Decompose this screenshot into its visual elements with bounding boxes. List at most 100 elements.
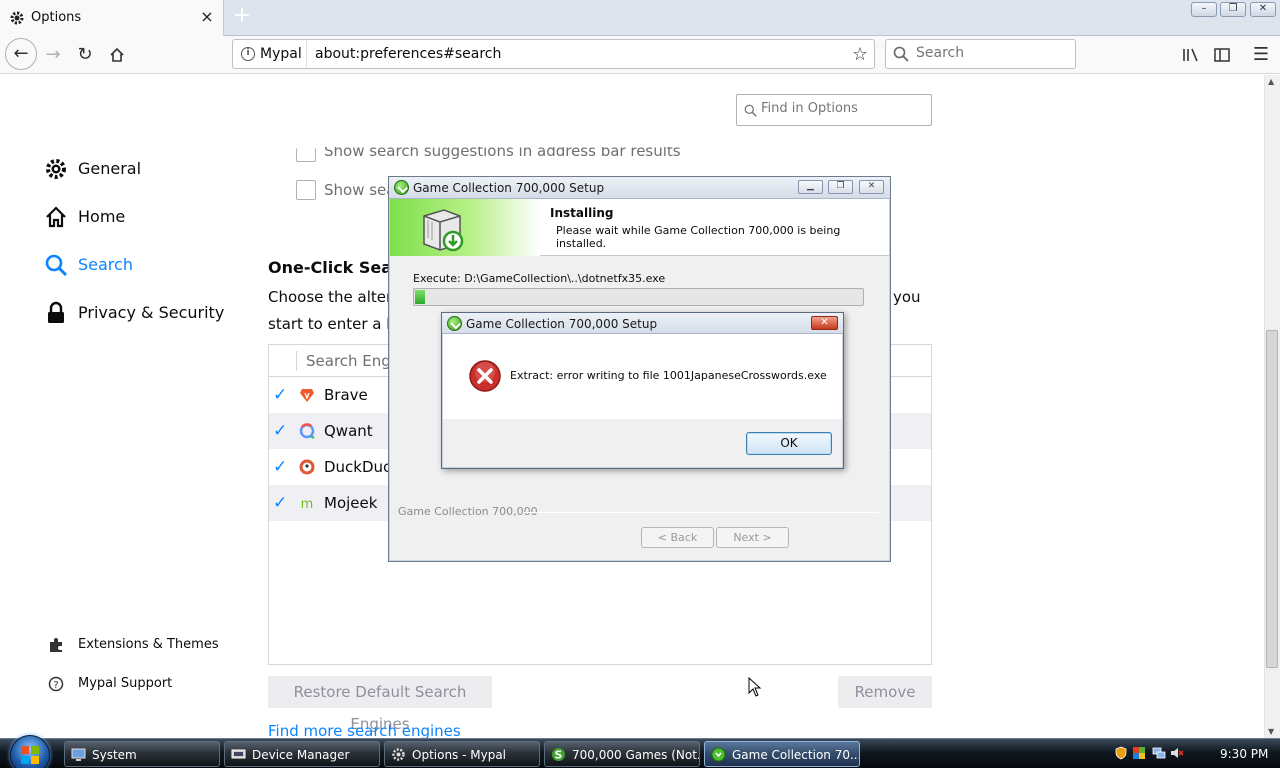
info-icon[interactable]: i	[241, 47, 255, 61]
taskbar-item-label: 700,000 Games (Not...	[572, 748, 700, 762]
sidebar-button[interactable]	[1207, 40, 1237, 70]
url-site-identity[interactable]: Mypal	[260, 46, 302, 62]
start-button[interactable]	[10, 735, 50, 768]
search-bar[interactable]	[885, 39, 1076, 69]
scroll-up-arrow-icon[interactable]: ▲	[1268, 77, 1274, 86]
gear-icon	[10, 11, 24, 25]
scrollbar-thumb[interactable]	[1266, 330, 1278, 668]
mypal-icon	[392, 748, 405, 761]
installer-maximize-button[interactable]: ❐	[828, 180, 853, 194]
checkmark-icon[interactable]: ✓	[273, 421, 287, 441]
library-icon	[1183, 48, 1198, 62]
back-button[interactable]: ←	[5, 38, 37, 70]
restore-default-engines-button[interactable]: Restore Default Search Engines	[268, 676, 492, 733]
error-dialog-title: Game Collection 700,000 Setup	[466, 317, 658, 331]
network-icon[interactable]	[1152, 746, 1166, 760]
error-dialog-body: Extract: error writing to file 1001Japan…	[443, 334, 842, 419]
install-progress-bar	[413, 288, 864, 306]
brand-divider	[523, 512, 879, 513]
taskbar-item-label: Options - Mypal	[412, 748, 507, 762]
help-icon: ?	[48, 676, 64, 692]
brave-icon	[300, 389, 314, 402]
restore-button[interactable]: ❐	[1220, 2, 1246, 17]
arrow-left-icon: ←	[13, 43, 29, 64]
taskbar-item-device-manager[interactable]: Device Manager	[224, 741, 380, 767]
suggestions-address-checkbox[interactable]	[296, 148, 316, 162]
next-button[interactable]: Next >	[716, 527, 789, 548]
error-dialog-close-button[interactable]: ✕	[811, 316, 838, 330]
home-button[interactable]	[102, 40, 132, 70]
installer-close-button[interactable]: ✕	[859, 180, 884, 194]
execute-status: Execute: D:\GameCollection\..\dotnetfx35…	[413, 272, 666, 285]
url-separator	[306, 40, 307, 68]
hamburger-menu-icon: ☰	[1252, 44, 1270, 65]
extensions-themes-label: Extensions & Themes	[78, 637, 219, 652]
search-icon	[893, 46, 909, 62]
search-input[interactable]	[916, 45, 1066, 61]
security-shield-icon[interactable]	[1114, 746, 1128, 760]
home-icon	[46, 206, 66, 228]
engine-name: Mojeek	[324, 494, 378, 512]
installer-minimize-button[interactable]: ▁	[798, 180, 823, 194]
puzzle-icon	[50, 638, 62, 652]
bookmark-star-icon[interactable]: ☆	[852, 44, 868, 65]
category-label: Search	[78, 255, 133, 274]
setup-icon	[711, 747, 726, 762]
taskbar-item-label: Device Manager	[252, 748, 350, 762]
svg-text:S: S	[555, 749, 563, 762]
security-center-icon[interactable]	[1132, 746, 1146, 760]
games-icon: S	[552, 748, 565, 762]
taskbar-item-700000-games[interactable]: S 700,000 Games (Not...	[544, 741, 700, 767]
installer-titlebar[interactable]: Game Collection 700,000 Setup ▁ ❐ ✕	[389, 177, 890, 199]
url-bar[interactable]: i Mypal about:preferences#search ☆	[232, 39, 875, 69]
error-dialog-titlebar[interactable]: Game Collection 700,000 Setup ✕	[442, 313, 843, 334]
find-in-options-box[interactable]	[736, 94, 932, 126]
lock-icon	[48, 301, 64, 323]
menu-button[interactable]: ☰	[1246, 40, 1276, 70]
back-button[interactable]: < Back	[641, 527, 714, 548]
ok-button[interactable]: OK	[746, 432, 832, 455]
setup-icon	[394, 180, 409, 195]
forward-button[interactable]: →	[38, 40, 68, 70]
new-tab-button[interactable]: +	[230, 5, 254, 29]
search-icon	[744, 104, 757, 117]
package-icon	[423, 209, 464, 252]
find-in-options-input[interactable]	[761, 101, 926, 116]
suggestions-address-label: Show search suggestions in address bar r…	[324, 147, 681, 160]
windows-logo-icon	[21, 746, 39, 764]
category-label: Privacy & Security	[78, 303, 225, 322]
system-tray: 9:30 PM	[1106, 739, 1280, 768]
taskbar-item-system[interactable]: System	[64, 741, 220, 767]
tab-options[interactable]: Options ×	[0, 0, 224, 36]
minimize-button[interactable]: –	[1191, 2, 1217, 17]
remove-engine-button[interactable]: Remove	[838, 676, 932, 708]
reload-icon: ↻	[77, 44, 93, 65]
show-search-checkbox[interactable]	[296, 180, 316, 200]
taskbar-clock[interactable]: 9:30 PM	[1220, 747, 1268, 761]
reload-button[interactable]: ↻	[70, 40, 100, 70]
qwant-icon	[299, 423, 315, 439]
checkmark-icon[interactable]: ✓	[273, 385, 287, 405]
taskbar-item-game-collection-setup[interactable]: Game Collection 70...	[704, 741, 860, 767]
arrow-right-icon: →	[45, 44, 61, 65]
taskbar-item-label: Game Collection 70...	[732, 748, 860, 762]
svg-text:?: ?	[53, 680, 58, 691]
close-window-button[interactable]: ✕	[1250, 2, 1276, 17]
library-button[interactable]	[1176, 40, 1206, 70]
error-icon	[469, 360, 501, 392]
find-more-engines-link[interactable]: Find more search engines	[268, 722, 461, 738]
volume-muted-icon[interactable]	[1170, 746, 1184, 760]
mojeek-icon: m	[301, 497, 314, 511]
taskbar: System Device Manager Options - Mypal S …	[0, 735, 1280, 768]
error-message: Extract: error writing to file 1001Japan…	[510, 369, 827, 382]
checkmark-icon[interactable]: ✓	[273, 493, 287, 513]
url-text[interactable]: about:preferences#search	[315, 46, 501, 62]
taskbar-item-label: System	[92, 748, 137, 762]
svg-text:m: m	[301, 497, 314, 511]
taskbar-item-mypal[interactable]: Options - Mypal	[384, 741, 540, 767]
tab-close-button[interactable]: ×	[198, 8, 216, 26]
checkmark-icon[interactable]: ✓	[273, 457, 287, 477]
scroll-down-arrow-icon[interactable]: ▼	[1268, 727, 1274, 736]
column-separator	[296, 351, 297, 371]
error-dialog: Game Collection 700,000 Setup ✕ Extract:…	[441, 312, 844, 469]
